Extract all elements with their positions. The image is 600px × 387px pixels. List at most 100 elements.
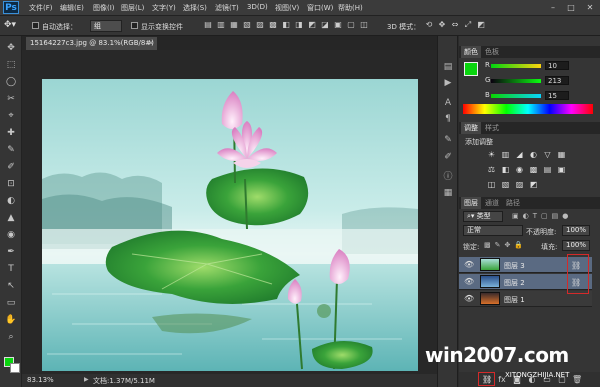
fill-field[interactable]: 100% (562, 240, 590, 251)
minimize-button[interactable]: – (545, 2, 561, 13)
visibility-eye-icon[interactable]: 👁 (464, 294, 474, 303)
marquee-tool-icon[interactable]: ⬚ (4, 59, 18, 72)
color-spectrum-bar[interactable] (463, 104, 593, 114)
healing-tool-icon[interactable]: ✎ (4, 144, 18, 157)
tab-styles[interactable]: 样式 (482, 122, 502, 134)
blend-mode-dropdown[interactable]: 正常 (463, 225, 523, 236)
menu-item[interactable]: 3D(D) (247, 3, 268, 11)
tab-channels[interactable]: 通道 (482, 197, 502, 209)
document-tab[interactable]: 15164227c3.jpg @ 83.1%(RGB/8#) (26, 37, 157, 50)
eyedropper-tool-icon[interactable]: ✚ (4, 127, 18, 140)
align-icon[interactable]: ◫ (359, 19, 369, 31)
status-arrow-icon[interactable]: ▶ (84, 374, 90, 386)
move-tool-icon[interactable]: ✥ (4, 42, 18, 55)
color-balance-icon[interactable]: ⚖ (487, 166, 496, 174)
crop-tool-icon[interactable]: ⌖ (4, 110, 18, 123)
document-canvas[interactable] (42, 79, 418, 371)
maximize-button[interactable]: □ (563, 2, 579, 13)
auto-select-dropdown[interactable]: 组 (90, 20, 122, 32)
channel-mixer-icon[interactable]: ▩ (529, 166, 538, 174)
character-icon[interactable]: A (443, 98, 453, 108)
b-value[interactable]: 15 (545, 91, 569, 100)
actions-icon[interactable]: ▶ (443, 78, 453, 88)
tab-swatches[interactable]: 色板 (482, 46, 502, 58)
vibrance-icon[interactable]: ▽ (543, 151, 552, 159)
lasso-tool-icon[interactable]: ◯ (4, 76, 18, 89)
trash-icon[interactable]: 🗑 (572, 375, 582, 385)
exposure-icon[interactable]: ◐ (529, 151, 538, 159)
align-icon[interactable]: ◧ (281, 19, 291, 31)
curves-icon[interactable]: ◢ (515, 151, 524, 159)
info-icon[interactable]: ⓘ (443, 172, 453, 182)
gradient-tool-icon[interactable]: ◉ (4, 229, 18, 242)
align-icon[interactable]: ▢ (346, 19, 356, 31)
r-slider[interactable] (491, 64, 541, 68)
align-icon[interactable]: ▩ (268, 19, 278, 31)
history-brush-tool-icon[interactable]: ◐ (4, 195, 18, 208)
history-icon[interactable]: ▤ (443, 62, 453, 72)
invert-icon[interactable]: ▣ (557, 166, 566, 174)
3d-mode-icon[interactable]: ✥ (437, 19, 447, 31)
visibility-eye-icon[interactable]: 👁 (464, 260, 474, 269)
lock-icons[interactable]: ▩✎✥🔒 (484, 241, 527, 249)
brightness-icon[interactable]: ☀ (487, 151, 496, 159)
paragraph-icon[interactable]: ¶ (443, 114, 453, 124)
brush-presets-icon[interactable]: ✐ (443, 152, 453, 162)
threshold-icon[interactable]: ▧ (501, 181, 510, 189)
levels-icon[interactable]: ▥ (501, 151, 510, 159)
foreground-color-chip[interactable] (464, 62, 478, 76)
background-color-swatch[interactable] (10, 363, 20, 373)
zoom-level[interactable]: 83.13% (27, 376, 54, 384)
menu-item[interactable]: 文字(Y) (152, 3, 176, 13)
3d-mode-icon[interactable]: ⟲ (424, 19, 434, 31)
hand-tool-icon[interactable]: ✋ (4, 314, 18, 327)
quick-select-tool-icon[interactable]: ✂ (4, 93, 18, 106)
hue-icon[interactable]: ▦ (557, 151, 566, 159)
tab-paths[interactable]: 路径 (503, 197, 523, 209)
g-value[interactable]: 213 (545, 76, 569, 85)
auto-select-checkbox[interactable] (32, 22, 39, 29)
pen-tool-icon[interactable]: ✒ (4, 246, 18, 259)
align-icon[interactable]: ◩ (307, 19, 317, 31)
menu-item[interactable]: 文件(F) (29, 3, 53, 13)
path-select-tool-icon[interactable]: ↖ (4, 280, 18, 293)
menu-item[interactable]: 图像(I) (93, 3, 115, 13)
menu-item[interactable]: 选择(S) (183, 3, 207, 13)
gradient-map-icon[interactable]: ▨ (515, 181, 524, 189)
tab-layers[interactable]: 图层 (461, 197, 481, 209)
opacity-field[interactable]: 100% (562, 225, 590, 236)
3d-mode-icon[interactable]: ⤢ (463, 19, 473, 31)
align-icon[interactable]: ▧ (242, 19, 252, 31)
brush-icon[interactable]: ✎ (443, 135, 453, 145)
align-icon[interactable]: ▥ (216, 19, 226, 31)
align-icon[interactable]: ▤ (203, 19, 213, 31)
menu-item[interactable]: 编辑(E) (60, 3, 84, 13)
menu-item[interactable]: 图层(L) (121, 3, 144, 13)
visibility-eye-icon[interactable]: 👁 (464, 277, 474, 286)
layer-filter-dropdown[interactable]: ⌕▾ 类型 (463, 211, 503, 222)
menu-item[interactable]: 滤镜(T) (215, 3, 239, 13)
properties-icon[interactable]: ▦ (443, 188, 453, 198)
type-tool-icon[interactable]: T (4, 263, 18, 276)
posterize-icon[interactable]: ◫ (487, 181, 496, 189)
move-tool-preset-icon[interactable]: ✥▾ (4, 20, 22, 31)
align-icon[interactable]: ▨ (255, 19, 265, 31)
zoom-tool-icon[interactable]: ⌕ (4, 331, 18, 344)
layer-filter-icons[interactable]: ▣◐T▢▤● (512, 212, 592, 222)
align-icon[interactable]: ◪ (320, 19, 330, 31)
color-lookup-icon[interactable]: ▤ (543, 166, 552, 174)
show-transform-checkbox[interactable] (131, 22, 138, 29)
eraser-tool-icon[interactable]: ▲ (4, 212, 18, 225)
shape-tool-icon[interactable]: ▭ (4, 297, 18, 310)
b-slider[interactable] (491, 94, 541, 98)
3d-mode-icon[interactable]: ⇔ (450, 19, 460, 31)
g-slider[interactable] (491, 79, 541, 83)
tab-adjustments[interactable]: 调整 (461, 122, 481, 134)
tab-close-button[interactable]: × (148, 37, 156, 50)
r-value[interactable]: 10 (545, 61, 569, 70)
stamp-tool-icon[interactable]: ⊡ (4, 178, 18, 191)
align-icon[interactable]: ▦ (229, 19, 239, 31)
menu-item[interactable]: 窗口(W) (307, 3, 333, 13)
brush-tool-icon[interactable]: ✐ (4, 161, 18, 174)
menu-item[interactable]: 视图(V) (275, 3, 299, 13)
